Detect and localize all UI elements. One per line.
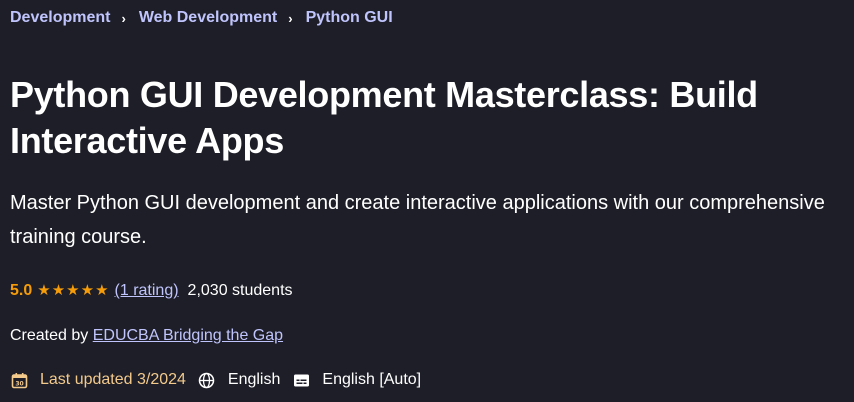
breadcrumb-python-gui[interactable]: Python GUI <box>306 9 393 27</box>
captions: English [Auto] <box>292 371 421 389</box>
breadcrumb-chevron-icon: › <box>288 10 293 26</box>
course-title: Python GUI Development Masterclass: Buil… <box>10 74 758 161</box>
last-updated: 30 Last updated 3/2024 <box>10 371 186 389</box>
breadcrumb: Development › Web Development › Python G… <box>10 9 393 27</box>
language-text: English <box>227 371 281 388</box>
svg-text:30: 30 <box>15 380 23 387</box>
breadcrumb-web-development[interactable]: Web Development <box>139 9 277 27</box>
star-icon: ★ <box>37 282 51 299</box>
breadcrumb-development[interactable]: Development <box>10 9 110 27</box>
course-header: Development › Web Development › Python G… <box>0 0 854 402</box>
captions-icon <box>292 371 310 389</box>
created-by-row: Created by EDUCBA Bridging the Gap <box>10 327 283 345</box>
star-icon: ★ <box>66 282 80 299</box>
calendar-icon: 30 <box>10 371 28 389</box>
star-icon: ★ <box>51 282 66 299</box>
star-icon: ★ <box>95 282 109 299</box>
globe-icon <box>198 371 216 389</box>
rating-value: 5.0 <box>10 282 33 299</box>
created-by-label: Created by <box>10 327 93 344</box>
star-rating: ★ ★ ★ ★ ★ <box>37 283 108 299</box>
meta-row: 30 Last updated 3/2024 English English [… <box>10 371 433 389</box>
language: English <box>198 371 280 389</box>
star-icon: ★ <box>80 282 95 299</box>
rating-count-link[interactable]: (1 rating) <box>115 282 179 300</box>
last-updated-text: Last updated 3/2024 <box>40 371 186 388</box>
captions-text: English [Auto] <box>322 371 422 388</box>
course-subtitle: Master Python GUI development and create… <box>10 192 825 248</box>
student-count: 2,030 students <box>187 282 293 299</box>
instructor-link[interactable]: EDUCBA Bridging the Gap <box>93 327 283 344</box>
rating-row: 5.0 ★ ★ ★ ★ ★ (1 rating) 2,030 students <box>10 282 293 300</box>
breadcrumb-chevron-icon: › <box>121 10 126 26</box>
